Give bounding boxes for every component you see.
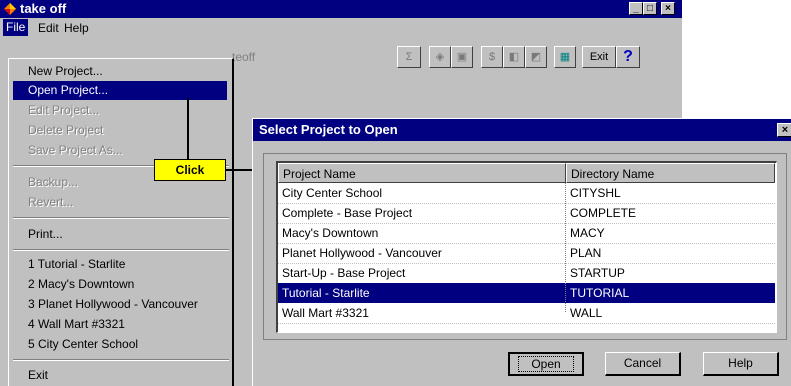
- menu-item-recent-3[interactable]: 3 Planet Hollywood - Vancouver: [13, 295, 227, 314]
- directory-name-cell: WALL: [570, 306, 603, 320]
- toolbar-tool-4-icon[interactable]: ◧: [503, 46, 525, 68]
- toolbar-partial-label: teoff: [232, 50, 256, 64]
- close-button[interactable]: ×: [661, 2, 675, 15]
- menu-separator: [13, 249, 229, 251]
- dialog-title[interactable]: Select Project to Open: [253, 119, 791, 141]
- menu-help[interactable]: Help: [64, 21, 89, 35]
- row-divider: [278, 323, 775, 324]
- menu-item-delete-project: Delete Project: [28, 123, 104, 137]
- project-name-cell: Macy's Downtown: [282, 226, 379, 240]
- menu-bar: File Edit Help: [0, 18, 682, 38]
- table-row[interactable]: Macy's Downtown MACY: [278, 223, 775, 243]
- maximize-button[interactable]: □: [643, 2, 657, 15]
- column-header-directory-name[interactable]: Directory Name: [566, 163, 775, 183]
- app-icon: [4, 3, 16, 15]
- menu-item-new-project[interactable]: New Project...: [13, 62, 227, 81]
- menu-item-recent-5[interactable]: 5 City Center School: [13, 335, 227, 354]
- table-row[interactable]: City Center School CITYSHL: [278, 183, 775, 203]
- project-name-cell: Planet Hollywood - Vancouver: [282, 246, 442, 260]
- menu-item-exit[interactable]: Exit: [13, 366, 227, 385]
- menu-edit[interactable]: Edit: [38, 21, 59, 35]
- open-button-label: Open: [518, 356, 574, 372]
- project-name-cell: City Center School: [282, 186, 383, 200]
- project-name-cell: Start-Up - Base Project: [282, 266, 406, 280]
- project-list[interactable]: Project Name Directory Name City Center …: [276, 161, 777, 333]
- menu-separator: [13, 217, 229, 219]
- menu-item-revert: Revert...: [28, 195, 74, 209]
- menu-item-recent-1[interactable]: 1 Tutorial - Starlite: [13, 255, 227, 274]
- open-button[interactable]: Open: [508, 352, 584, 376]
- menu-item-save-project-as: Save Project As...: [28, 143, 123, 157]
- column-divider: [565, 183, 566, 312]
- table-row[interactable]: Complete - Base Project COMPLETE: [278, 203, 775, 223]
- table-row[interactable]: Planet Hollywood - Vancouver PLAN: [278, 243, 775, 263]
- directory-name-cell: MACY: [570, 226, 605, 240]
- toolbar-tool-2-icon[interactable]: ▣: [451, 46, 473, 68]
- window-title: take off: [20, 1, 67, 16]
- directory-name-cell: CITYSHL: [570, 186, 621, 200]
- project-name-cell: Wall Mart #3321: [282, 306, 369, 320]
- calculator-icon[interactable]: ▦: [554, 46, 576, 68]
- menu-item-recent-4[interactable]: 4 Wall Mart #3321: [13, 315, 227, 334]
- dollar-icon[interactable]: $: [481, 46, 503, 68]
- minimize-button[interactable]: _: [629, 2, 643, 15]
- file-menu: New Project... Open Project... Edit Proj…: [8, 58, 234, 386]
- open-project-dialog: Select Project to Open × Project Name Di…: [252, 118, 791, 386]
- menu-item-recent-2[interactable]: 2 Macy's Downtown: [13, 275, 227, 294]
- help-button[interactable]: Help: [703, 352, 779, 376]
- table-row[interactable]: Wall Mart #3321 WALL: [278, 303, 775, 323]
- project-name-cell: Complete - Base Project: [282, 206, 413, 220]
- toolbar-tool-1-icon[interactable]: ◈: [429, 46, 451, 68]
- help-icon[interactable]: ?: [616, 46, 640, 68]
- table-row[interactable]: Start-Up - Base Project STARTUP: [278, 263, 775, 283]
- dialog-close-icon[interactable]: ×: [777, 123, 791, 137]
- toolbar-tool-5-icon[interactable]: ◩: [525, 46, 547, 68]
- project-name-cell: Tutorial - Starlite: [282, 286, 370, 300]
- directory-name-cell: COMPLETE: [570, 206, 637, 220]
- menu-item-edit-project: Edit Project...: [28, 103, 100, 117]
- sum-icon[interactable]: Σ: [397, 46, 421, 68]
- callout-line: [187, 98, 189, 159]
- directory-name-cell: STARTUP: [570, 266, 625, 280]
- title-bar[interactable]: take off _ □ ×: [0, 0, 682, 18]
- menu-item-print[interactable]: Print...: [13, 225, 227, 244]
- table-row-selected[interactable]: Tutorial - Starlite TUTORIAL: [278, 283, 775, 303]
- menu-file[interactable]: File: [3, 19, 29, 36]
- menu-separator: [13, 359, 229, 361]
- directory-name-cell: TUTORIAL: [570, 286, 630, 300]
- directory-name-cell: PLAN: [570, 246, 602, 260]
- click-callout-label: Click: [154, 159, 226, 181]
- exit-button[interactable]: Exit: [582, 46, 616, 68]
- column-header-project-name[interactable]: Project Name: [278, 163, 566, 183]
- cancel-button[interactable]: Cancel: [605, 352, 681, 376]
- menu-item-open-project[interactable]: Open Project...: [13, 81, 227, 100]
